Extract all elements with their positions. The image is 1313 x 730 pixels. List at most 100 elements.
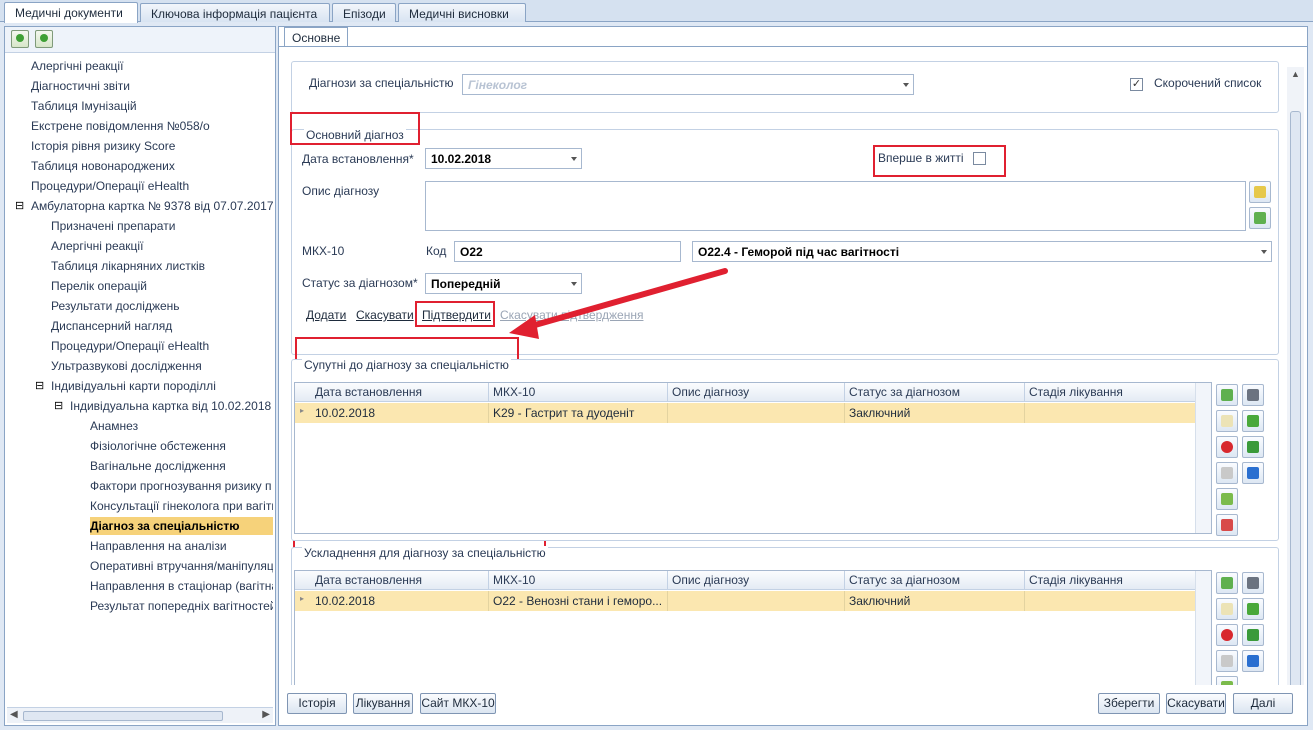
- tree-item[interactable]: Таблиця лікарняних листків: [51, 257, 273, 275]
- tree-item[interactable]: Діагноз за спеціальністю: [90, 517, 273, 535]
- tree-horizontal-scrollbar[interactable]: ◀ ▶: [7, 707, 273, 723]
- col-status[interactable]: Статус за діагнозом: [849, 573, 960, 587]
- scroll-up-icon[interactable]: ▲: [1291, 69, 1300, 79]
- chevron-down-icon: [1261, 250, 1267, 254]
- col-stage[interactable]: Стадія лікування: [1029, 573, 1123, 587]
- tree-item[interactable]: Індивідуальна картка від 10.02.2018: [70, 397, 273, 415]
- treatment-button[interactable]: Лікування: [353, 693, 413, 714]
- col-description[interactable]: Опис діагнозу: [672, 385, 749, 399]
- list-icon[interactable]: [1242, 650, 1264, 672]
- tree-item[interactable]: Фактори прогнозування ризику п: [90, 477, 273, 495]
- code-input[interactable]: O22: [454, 241, 681, 262]
- add-link[interactable]: Додати: [306, 308, 346, 322]
- col-mkx[interactable]: МКХ-10: [493, 573, 535, 587]
- tree-item[interactable]: Історія рівня ризику Score: [31, 137, 273, 155]
- spreadsheet-icon[interactable]: [1242, 436, 1264, 458]
- description-textarea[interactable]: [425, 181, 1246, 231]
- tree-item[interactable]: Процедури/Операції eHealth: [51, 337, 273, 355]
- next-button[interactable]: Далі: [1233, 693, 1293, 714]
- highlight-main-diagnosis: [290, 112, 420, 145]
- tools-icon[interactable]: [1242, 572, 1264, 594]
- link-icon[interactable]: [1242, 598, 1264, 620]
- add-template-icon[interactable]: [1249, 207, 1271, 229]
- link-icon[interactable]: [1242, 410, 1264, 432]
- col-description[interactable]: Опис діагнозу: [672, 573, 749, 587]
- spreadsheet-icon[interactable]: [1242, 624, 1264, 646]
- scroll-left-icon[interactable]: ◀: [10, 709, 18, 720]
- tree-item[interactable]: Оперативні втручання/маніпуляц: [90, 557, 273, 575]
- left-toolbar: [5, 27, 275, 53]
- cancel-link[interactable]: Скасувати: [356, 308, 414, 322]
- export-document-icon[interactable]: [1216, 514, 1238, 536]
- col-date[interactable]: Дата встановлення: [315, 573, 422, 587]
- tree-item[interactable]: Фізіологічне обстеження: [90, 437, 273, 455]
- tree-item[interactable]: Алергічні реакції: [51, 237, 273, 255]
- attach-document-icon[interactable]: [35, 30, 53, 48]
- concomitant-grid: Дата встановлення МКХ-10 Опис діагнозу С…: [294, 382, 1212, 534]
- mkx-site-button[interactable]: Сайт МКХ-10: [420, 693, 496, 714]
- date-picker[interactable]: 10.02.2018: [425, 148, 582, 169]
- tree-item[interactable]: Направлення в стаціонар (вагітна: [90, 577, 273, 595]
- tree-item[interactable]: Алергічні реакції: [31, 57, 273, 75]
- tree-item[interactable]: Діагностичні звіти: [31, 77, 273, 95]
- approve-document-icon[interactable]: [1216, 488, 1238, 510]
- main-vertical-scrollbar[interactable]: ▲: [1287, 67, 1304, 711]
- col-status[interactable]: Статус за діагнозом: [849, 385, 960, 399]
- col-stage[interactable]: Стадія лікування: [1029, 385, 1123, 399]
- delete-icon[interactable]: [1216, 436, 1238, 458]
- tab-main[interactable]: Основне: [284, 27, 349, 47]
- chevron-down-icon: [903, 83, 909, 87]
- delete-icon[interactable]: [1216, 624, 1238, 646]
- tab-episodes[interactable]: Епізоди: [332, 3, 396, 22]
- folder-icon[interactable]: [1216, 410, 1238, 432]
- collapse-toggle-icon[interactable]: ⊟: [54, 401, 63, 412]
- collapse-toggle-icon[interactable]: ⊟: [15, 201, 24, 212]
- list-icon[interactable]: [1242, 462, 1264, 484]
- tools-icon[interactable]: [1242, 384, 1264, 406]
- table-row[interactable]: ▸ 10.02.2018 K29 - Гастрит та дуоденіт З…: [295, 403, 1211, 423]
- tree-item[interactable]: Анамнез: [90, 417, 273, 435]
- col-mkx[interactable]: МКХ-10: [493, 385, 535, 399]
- tree-item[interactable]: Екстрене повідомлення №058/о: [31, 117, 273, 135]
- table-row[interactable]: ▸ 10.02.2018 O22 - Венозні стани і гемор…: [295, 591, 1211, 611]
- short-list-checkbox[interactable]: ✓: [1130, 78, 1143, 91]
- tree-item[interactable]: Результати досліджень: [51, 297, 273, 315]
- tree-item[interactable]: Амбулаторна картка № 9378 від 07.07.2017: [31, 197, 273, 215]
- cancel-button[interactable]: Скасувати: [1166, 693, 1226, 714]
- remove-document-icon[interactable]: [1216, 650, 1238, 672]
- tree-item[interactable]: Таблиця новонароджених: [31, 157, 273, 175]
- tree-item[interactable]: Вагінальне дослідження: [90, 457, 273, 475]
- col-date[interactable]: Дата встановлення: [315, 385, 422, 399]
- scroll-thumb[interactable]: [23, 711, 223, 721]
- tree-item[interactable]: Направлення на аналізи: [90, 537, 273, 555]
- tab-patient-key-info[interactable]: Ключова інформація пацієнта: [140, 3, 330, 22]
- tree-item[interactable]: Диспансерний нагляд: [51, 317, 273, 335]
- grid-vertical-scrollbar[interactable]: [1195, 383, 1211, 533]
- tree-item[interactable]: Результат попередніх вагітностей: [90, 597, 273, 615]
- remove-document-icon[interactable]: [1216, 462, 1238, 484]
- tab-medical-documents[interactable]: Медичні документи: [4, 2, 138, 23]
- tab-medical-conclusions[interactable]: Медичні висновки: [398, 3, 526, 22]
- history-button[interactable]: Історія: [287, 693, 347, 714]
- tree-item[interactable]: Консультації гінеколога при вагітн: [90, 497, 273, 515]
- tree-item[interactable]: Індивідуальні карти породіллі: [51, 377, 273, 395]
- collapse-toggle-icon[interactable]: ⊟: [35, 381, 44, 392]
- tree-item[interactable]: Ультразвукові дослідження: [51, 357, 273, 375]
- folder-icon[interactable]: [1249, 181, 1271, 203]
- add-row-icon[interactable]: [1216, 572, 1238, 594]
- tree-item[interactable]: Таблиця Імунізацій: [31, 97, 273, 115]
- add-row-icon[interactable]: [1216, 384, 1238, 406]
- scroll-thumb[interactable]: [1290, 111, 1301, 711]
- cell-mkx: O22 - Венозні стани і геморо...: [493, 594, 663, 608]
- tree-item[interactable]: Призначені препарати: [51, 217, 273, 235]
- tree-item[interactable]: Процедури/Операції eHealth: [31, 177, 273, 195]
- short-list-label: Скорочений список: [1154, 76, 1262, 90]
- scroll-right-icon[interactable]: ▶: [262, 709, 270, 720]
- mkx-select[interactable]: O22.4 - Геморой під час вагітності: [692, 241, 1272, 262]
- save-button[interactable]: Зберегти: [1098, 693, 1160, 714]
- add-document-icon[interactable]: [11, 30, 29, 48]
- folder-icon[interactable]: [1216, 598, 1238, 620]
- right-panel: Основне Діагнози за спеціальністю Гінеко…: [278, 26, 1308, 726]
- specialty-select[interactable]: Гінеколог: [462, 74, 914, 95]
- tree-item[interactable]: Перелік операцій: [51, 277, 273, 295]
